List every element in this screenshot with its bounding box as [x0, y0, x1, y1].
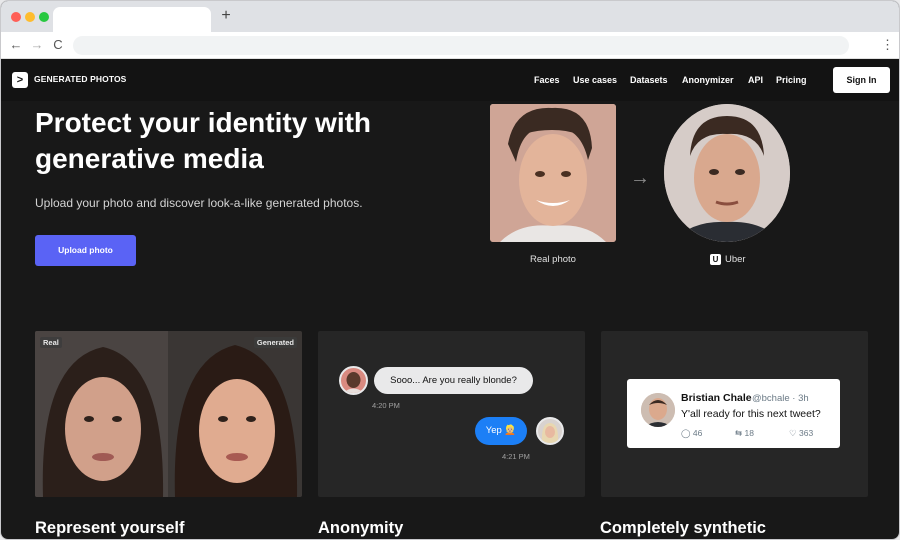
- browser-tab[interactable]: [53, 7, 211, 32]
- nav-api[interactable]: API: [748, 75, 763, 85]
- browser-toolbar: ← → C ⋮: [1, 32, 899, 59]
- card-title-synthetic: Completely synthetic: [600, 519, 766, 537]
- reply-count: 46: [692, 428, 703, 438]
- real-tag: Real: [40, 337, 62, 348]
- upload-photo-button[interactable]: Upload photo: [35, 235, 136, 266]
- reload-icon[interactable]: C: [51, 37, 65, 53]
- receiver-avatar: [536, 417, 564, 445]
- incoming-time: 4:20 PM: [372, 401, 400, 410]
- sign-in-button[interactable]: Sign In: [833, 67, 890, 93]
- close-window-icon[interactable]: [11, 12, 21, 22]
- tweet-card: Bristian Chale @bchale · 3h Y'all ready …: [627, 379, 840, 448]
- retweet-icon: ⇆: [735, 428, 743, 438]
- tab-bar: +: [1, 1, 899, 32]
- hero-subtitle: Upload your photo and discover look-a-li…: [35, 196, 363, 210]
- reply-stat[interactable]: ◯ 46: [681, 428, 702, 439]
- reply-icon: ◯: [681, 428, 691, 438]
- browser-window: + ← → C ⋮ > GENERATED PHOTOS Faces Use c…: [0, 0, 900, 540]
- browser-menu-icon[interactable]: ⋮: [881, 37, 894, 53]
- tweet-text: Y'all ready for this next tweet?: [681, 408, 821, 420]
- tweet-author-name: Bristian Chale: [681, 392, 752, 404]
- tweet-handle: @bchale · 3h: [752, 393, 809, 404]
- real-face-photo: [490, 104, 616, 242]
- face-comparison-image: [35, 331, 302, 497]
- card-title-represent: Represent yourself: [35, 519, 185, 537]
- retweet-count: 18: [744, 428, 754, 438]
- sender-avatar: [339, 366, 368, 395]
- uber-logo-icon: U: [710, 254, 721, 265]
- anonymity-card: [318, 331, 585, 497]
- retweet-stat[interactable]: ⇆ 18: [735, 428, 754, 439]
- nav-pricing[interactable]: Pricing: [776, 75, 807, 85]
- like-count: 363: [799, 428, 814, 438]
- logo-text[interactable]: GENERATED PHOTOS: [34, 74, 126, 84]
- like-stat[interactable]: ♡ 363: [789, 428, 813, 439]
- hero-title-line-1: Protect your identity with: [35, 107, 372, 138]
- nav-faces[interactable]: Faces: [534, 75, 560, 85]
- incoming-message: Sooo... Are you really blonde?: [374, 367, 533, 394]
- heart-icon: ♡: [789, 428, 797, 438]
- generated-photo-caption: Uber: [725, 254, 746, 265]
- outgoing-message: Yep 👱🏼: [475, 417, 527, 445]
- minimize-window-icon[interactable]: [25, 12, 35, 22]
- site-header: > GENERATED PHOTOS Faces Use cases Datas…: [1, 59, 899, 101]
- nav-use-cases[interactable]: Use cases: [573, 75, 617, 85]
- arrow-right-icon: →: [630, 167, 650, 189]
- card-title-anonymity: Anonymity: [318, 519, 404, 537]
- hero-title-line-2: generative media: [35, 143, 264, 174]
- outgoing-time: 4:21 PM: [502, 452, 530, 461]
- tweet-avatar: [641, 393, 675, 427]
- back-arrow-icon[interactable]: ←: [9, 37, 23, 53]
- logo-icon[interactable]: >: [12, 72, 28, 88]
- address-bar[interactable]: [73, 36, 849, 55]
- real-photo-caption: Real photo: [530, 254, 576, 265]
- new-tab-icon[interactable]: +: [219, 7, 233, 25]
- generated-tag: Generated: [253, 337, 297, 348]
- nav-datasets[interactable]: Datasets: [630, 75, 668, 85]
- represent-yourself-card: Real Generated: [35, 331, 302, 497]
- nav-anonymizer[interactable]: Anonymizer: [682, 75, 734, 85]
- generated-face-photo: [664, 104, 790, 242]
- forward-arrow-icon[interactable]: →: [30, 37, 44, 53]
- maximize-window-icon[interactable]: [39, 12, 49, 22]
- hero-title: Protect your identity with generative me…: [35, 105, 435, 177]
